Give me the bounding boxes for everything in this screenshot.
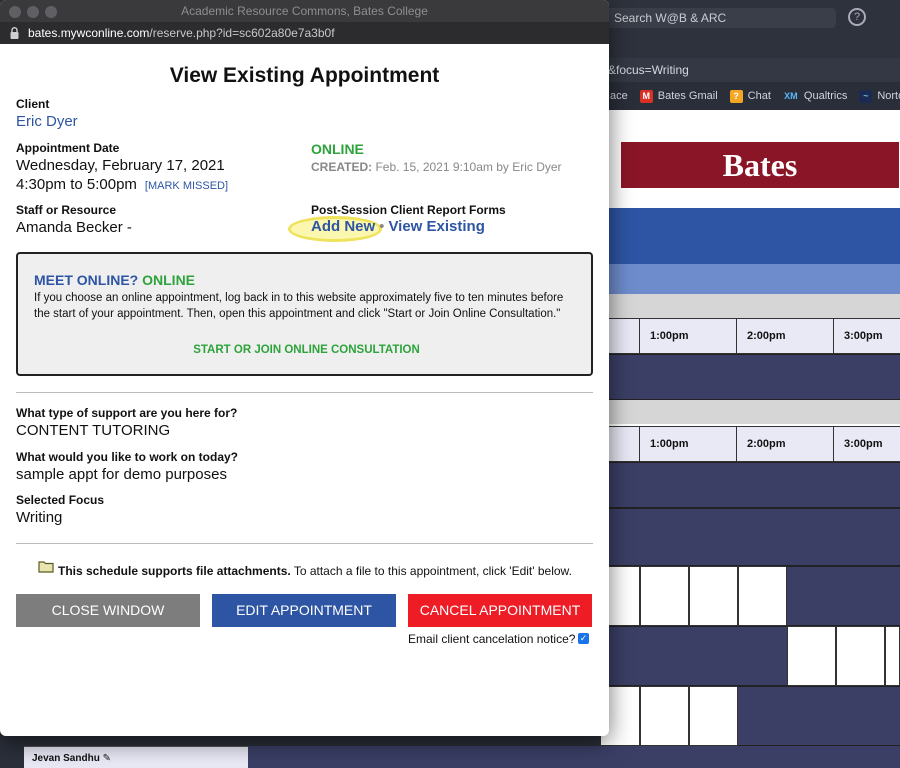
folder-icon: [38, 561, 54, 573]
report-form-links: Add New • View Existing: [311, 218, 485, 235]
background-banner: [600, 208, 900, 264]
popup-title-bar: Academic Resource Commons, Bates College: [0, 0, 609, 22]
booked-slot-block[interactable]: [600, 354, 900, 400]
booked-slot-block[interactable]: [248, 746, 900, 768]
meet-online-instructions: If you choose an online appointment, log…: [34, 292, 564, 320]
open-slot[interactable]: [689, 686, 738, 746]
section-divider: [16, 543, 593, 544]
staff-row-label: Jevan Sandhu ✎: [24, 746, 248, 768]
time-header-row: 1:00pm 2:00pm 3:00pm: [600, 318, 900, 354]
schedule-date-band: [600, 294, 900, 318]
url-host: bates.mywconline.com: [28, 26, 150, 40]
appointment-date: Wednesday, February 17, 2021: [16, 157, 225, 174]
client-name-link[interactable]: Eric Dyer: [16, 113, 78, 130]
page-title: View Existing Appointment: [169, 64, 440, 87]
time-header: 2:00pm: [737, 427, 834, 461]
time-header-row: 1:00pm 2:00pm 3:00pm: [600, 426, 900, 462]
time-header: 3:00pm: [844, 330, 883, 342]
open-slot[interactable]: [640, 686, 689, 746]
minimize-window-control[interactable]: [27, 6, 39, 18]
join-online-consultation-link[interactable]: START OR JOIN ONLINE CONSULTATION: [18, 344, 595, 356]
report-forms-label: Post-Session Client Report Forms: [311, 203, 506, 217]
open-slot[interactable]: [836, 626, 885, 686]
add-new-report-link[interactable]: Add New: [311, 218, 375, 235]
bates-logo: Bates: [621, 142, 899, 188]
background-subbanner: [600, 264, 900, 294]
attachment-notice: This schedule supports file attachments.…: [58, 564, 572, 578]
open-slot[interactable]: [787, 626, 836, 686]
work-topic-label: What would you like to work on today?: [16, 450, 238, 464]
popup-window-title: Academic Resource Commons, Bates College: [181, 4, 428, 18]
open-slot[interactable]: [885, 626, 900, 686]
support-type-label: What type of support are you here for?: [16, 406, 238, 420]
time-header: 2:00pm: [737, 319, 834, 353]
bookmark-bates-gmail[interactable]: M Bates Gmail: [639, 89, 718, 103]
booked-slot-block[interactable]: [600, 508, 900, 566]
staff-label: Staff or Resource: [16, 203, 117, 217]
bookmark-norton[interactable]: ~Norto: [859, 89, 900, 103]
appointment-content: View Existing Appointment Client Eric Dy…: [0, 44, 609, 736]
booked-slot-block[interactable]: [600, 462, 900, 508]
gmail-icon: M: [639, 89, 653, 103]
time-header: 1:00pm: [640, 319, 737, 353]
chat-icon: ?: [729, 89, 743, 103]
schedule-date-band: [600, 400, 900, 424]
email-cancel-notice-label: Email client cancelation notice?: [408, 632, 576, 646]
popup-url-bar[interactable]: bates.mywconline.com/reserve.php?id=sc60…: [0, 22, 609, 44]
maximize-window-control[interactable]: [45, 6, 57, 18]
meet-online-box: MEET ONLINE? ONLINE If you choose an onl…: [16, 252, 593, 376]
close-window-button[interactable]: CLOSE WINDOW: [16, 594, 200, 627]
close-window-control[interactable]: [9, 6, 21, 18]
view-existing-reports-link[interactable]: View Existing: [388, 218, 484, 235]
background-address-bar[interactable]: &focus=Writing: [600, 58, 900, 82]
time-header: 3:00pm: [844, 438, 883, 450]
url-path: /reserve.php?id=sc602a80e7a3b0f: [149, 26, 335, 40]
created-info: CREATED: Feb. 15, 2021 9:10am by Eric Dy…: [311, 160, 562, 174]
open-slot[interactable]: [689, 566, 738, 626]
online-status: ONLINE: [311, 141, 364, 157]
mark-missed-link[interactable]: [MARK MISSED]: [145, 180, 228, 192]
email-cancel-notice-checkbox[interactable]: ✓: [578, 633, 589, 644]
cancel-appointment-button[interactable]: CANCEL APPOINTMENT: [408, 594, 592, 627]
lock-icon: [10, 27, 19, 39]
open-slot[interactable]: [738, 566, 787, 626]
support-type-value: CONTENT TUTORING: [16, 422, 171, 439]
section-divider: [16, 392, 593, 393]
selected-focus-label: Selected Focus: [16, 493, 105, 507]
appointment-time-line: 4:30pm to 5:00pm [MARK MISSED]: [16, 176, 228, 193]
selected-focus-value: Writing: [16, 509, 63, 526]
appointment-date-label: Appointment Date: [16, 141, 120, 155]
meet-online-heading: MEET ONLINE? ONLINE: [34, 272, 196, 288]
bookmarks-bar: ace M Bates Gmail ? Chat XM Qualtrics ~ Nort…: [600, 82, 900, 110]
appointment-popup-window: Academic Resource Commons, Bates College…: [0, 0, 609, 736]
open-slot[interactable]: [640, 566, 689, 626]
booked-slot-block[interactable]: [787, 566, 900, 626]
help-icon[interactable]: ?: [848, 8, 866, 26]
pencil-icon[interactable]: ✎: [103, 753, 111, 764]
time-header: 1:00pm: [640, 427, 737, 461]
background-search-box[interactable]: Search W@B & ARC: [606, 8, 836, 28]
booked-slot-block[interactable]: [600, 626, 787, 686]
work-topic-value: sample appt for demo purposes: [16, 466, 227, 483]
staff-name: Amanda Becker -: [16, 219, 132, 236]
appointment-time: 4:30pm to 5:00pm: [16, 176, 137, 193]
booked-slot-block[interactable]: [738, 686, 900, 746]
norton-icon: ~: [859, 89, 873, 103]
client-label: Client: [16, 97, 50, 111]
bookmark-chat[interactable]: ? Chat: [729, 89, 771, 103]
link-separator: •: [379, 218, 385, 235]
qualtrics-icon: XM: [784, 90, 798, 101]
bookmark-item[interactable]: ace: [610, 90, 628, 102]
bookmark-qualtrics[interactable]: XM Qualtrics: [783, 90, 847, 103]
edit-appointment-button[interactable]: EDIT APPOINTMENT: [212, 594, 396, 627]
